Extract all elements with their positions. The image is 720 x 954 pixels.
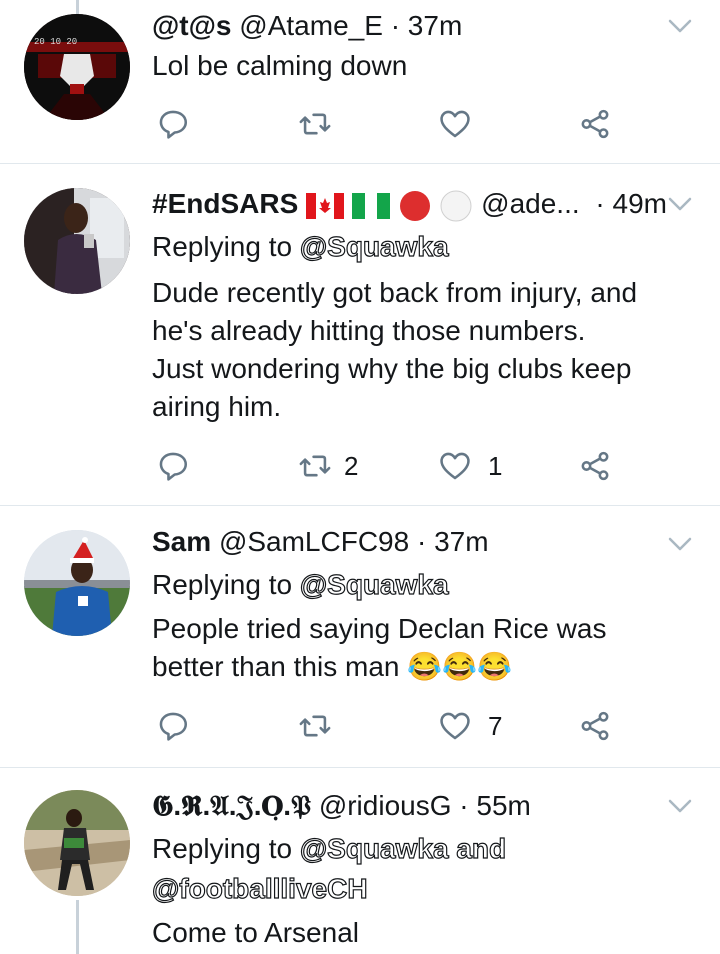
replying-to-line: Replying to @Squawka xyxy=(152,566,449,604)
avatar-image xyxy=(24,188,130,294)
tweet[interactable]: Sam @SamLCFC98 · 37m Replying to @Squawk… xyxy=(0,506,720,768)
like-button[interactable] xyxy=(438,104,472,144)
tweet[interactable]: #EndSARS @ade... · 49m Replying to @Squa… xyxy=(0,164,720,506)
avatar[interactable] xyxy=(24,790,130,896)
replying-to-line-2: @footballliveCH xyxy=(151,870,368,908)
avatar[interactable]: 20 10 20 xyxy=(24,14,130,120)
red-circle-icon xyxy=(399,190,430,221)
action-bar: 7 xyxy=(152,706,622,746)
timestamp: 37m xyxy=(407,10,463,41)
like-button[interactable]: 7 xyxy=(438,706,502,746)
action-bar xyxy=(152,104,622,144)
avatar[interactable] xyxy=(24,188,130,294)
tweet-text-line: he's already hitting those numbers. xyxy=(152,315,586,346)
replying-to-line: Replying to @Squawka xyxy=(152,228,449,266)
avatar-image: 20 10 20 xyxy=(24,14,130,120)
retweet-button[interactable] xyxy=(298,104,332,144)
timestamp: 55m xyxy=(476,790,531,821)
separator-dot: · xyxy=(459,790,469,821)
display-name[interactable]: Sam xyxy=(152,526,211,557)
mention-link[interactable]: @Squawka and xyxy=(299,832,506,864)
retweet-icon xyxy=(299,455,331,477)
display-name-flags xyxy=(306,188,481,222)
reply-button[interactable] xyxy=(156,104,190,144)
timestamp: 37m xyxy=(434,526,489,557)
tweet-text: Lol be calming down xyxy=(152,50,408,81)
tweet-text-line: airing him. xyxy=(152,391,282,422)
action-bar: 2 1 xyxy=(152,446,622,486)
reply-icon xyxy=(159,452,188,481)
heart-icon xyxy=(440,712,470,740)
display-name[interactable]: #EndSARS xyxy=(152,188,298,219)
retweet-icon xyxy=(299,113,331,135)
reply-icon xyxy=(159,712,188,741)
reply-button[interactable] xyxy=(156,446,190,486)
tweet-text-line: Just wondering why the big clubs keep xyxy=(152,353,632,384)
share-icon xyxy=(581,109,609,139)
retweet-icon xyxy=(299,715,331,737)
replying-to-line: Replying to @Squawka and xyxy=(152,830,507,868)
chevron-down-icon[interactable] xyxy=(668,18,692,34)
tweet-text-line: better than this man 😂😂😂 xyxy=(152,648,512,686)
tweet[interactable]: 𝕲.𝕽.𝔄.𝔍.𝐎̣.𝔓 @ridiousG · 55m Replying to… xyxy=(0,768,720,954)
separator-dot: · xyxy=(416,526,427,557)
tweet-header: @t@s @Atame_E · 37m xyxy=(152,8,462,44)
tweet-header: #EndSARS @ade... · 49m xyxy=(152,186,667,223)
chevron-down-icon[interactable] xyxy=(668,196,692,212)
reply-button[interactable] xyxy=(156,706,190,746)
like-count: 1 xyxy=(488,450,503,481)
share-button[interactable] xyxy=(578,446,612,486)
timestamp: 49m xyxy=(612,188,667,219)
handle[interactable]: @ade... xyxy=(481,188,579,219)
mention-link[interactable]: @footballliveCH xyxy=(151,872,368,904)
tweet-header: Sam @SamLCFC98 · 37m xyxy=(152,524,489,560)
display-name[interactable]: @t@s xyxy=(152,10,232,41)
avatar-image xyxy=(24,530,130,636)
mention-link[interactable]: @Squawka xyxy=(299,568,449,600)
tweet-header: 𝕲.𝕽.𝔄.𝔍.𝐎̣.𝔓 @ridiousG · 55m xyxy=(152,788,531,824)
tweet[interactable]: 20 10 20 @t@s @Atame_E · 37m Lol be calm… xyxy=(0,0,720,164)
laughing-emoji: 😂😂😂 xyxy=(407,651,512,682)
avatar-image xyxy=(24,790,130,896)
canada-flag-icon xyxy=(306,192,345,219)
handle[interactable]: @SamLCFC98 xyxy=(219,526,409,557)
like-count: 7 xyxy=(488,710,503,741)
replying-prefix: Replying to xyxy=(152,833,293,864)
handle[interactable]: @ridiousG xyxy=(319,790,452,821)
handle[interactable]: @Atame_E xyxy=(239,10,383,41)
svg-text:20 10 20: 20 10 20 xyxy=(34,37,77,47)
share-button[interactable] xyxy=(578,706,612,746)
share-button[interactable] xyxy=(578,104,612,144)
replying-prefix: Replying to xyxy=(152,231,293,262)
mention-link[interactable]: @Squawka xyxy=(299,230,449,262)
tweet-text-line: People tried saying Declan Rice was xyxy=(152,613,607,644)
white-circle-icon xyxy=(440,190,472,222)
separator-dot: · xyxy=(390,10,401,41)
share-icon xyxy=(581,711,609,741)
chevron-down-icon[interactable] xyxy=(668,798,692,814)
retweet-count: 2 xyxy=(344,450,359,481)
tweet-text-line: Dude recently got back from injury, and xyxy=(152,277,638,308)
chevron-down-icon[interactable] xyxy=(668,536,692,552)
like-button[interactable]: 1 xyxy=(438,446,502,486)
replying-prefix: Replying to xyxy=(152,569,293,600)
retweet-button[interactable]: 2 xyxy=(298,446,358,486)
reply-icon xyxy=(159,110,188,139)
tweet-text-line: Come to Arsenal xyxy=(152,917,359,948)
tweet-text-fragment: better than this man xyxy=(152,651,400,682)
share-icon xyxy=(581,451,609,481)
avatar[interactable] xyxy=(24,530,130,636)
nigeria-flag-icon xyxy=(351,192,390,219)
heart-icon xyxy=(440,110,470,138)
heart-icon xyxy=(440,452,470,480)
separator-dot: · xyxy=(595,188,605,219)
display-name[interactable]: 𝕲.𝕽.𝔄.𝔍.𝐎̣.𝔓 xyxy=(152,790,311,821)
retweet-button[interactable] xyxy=(298,706,332,746)
